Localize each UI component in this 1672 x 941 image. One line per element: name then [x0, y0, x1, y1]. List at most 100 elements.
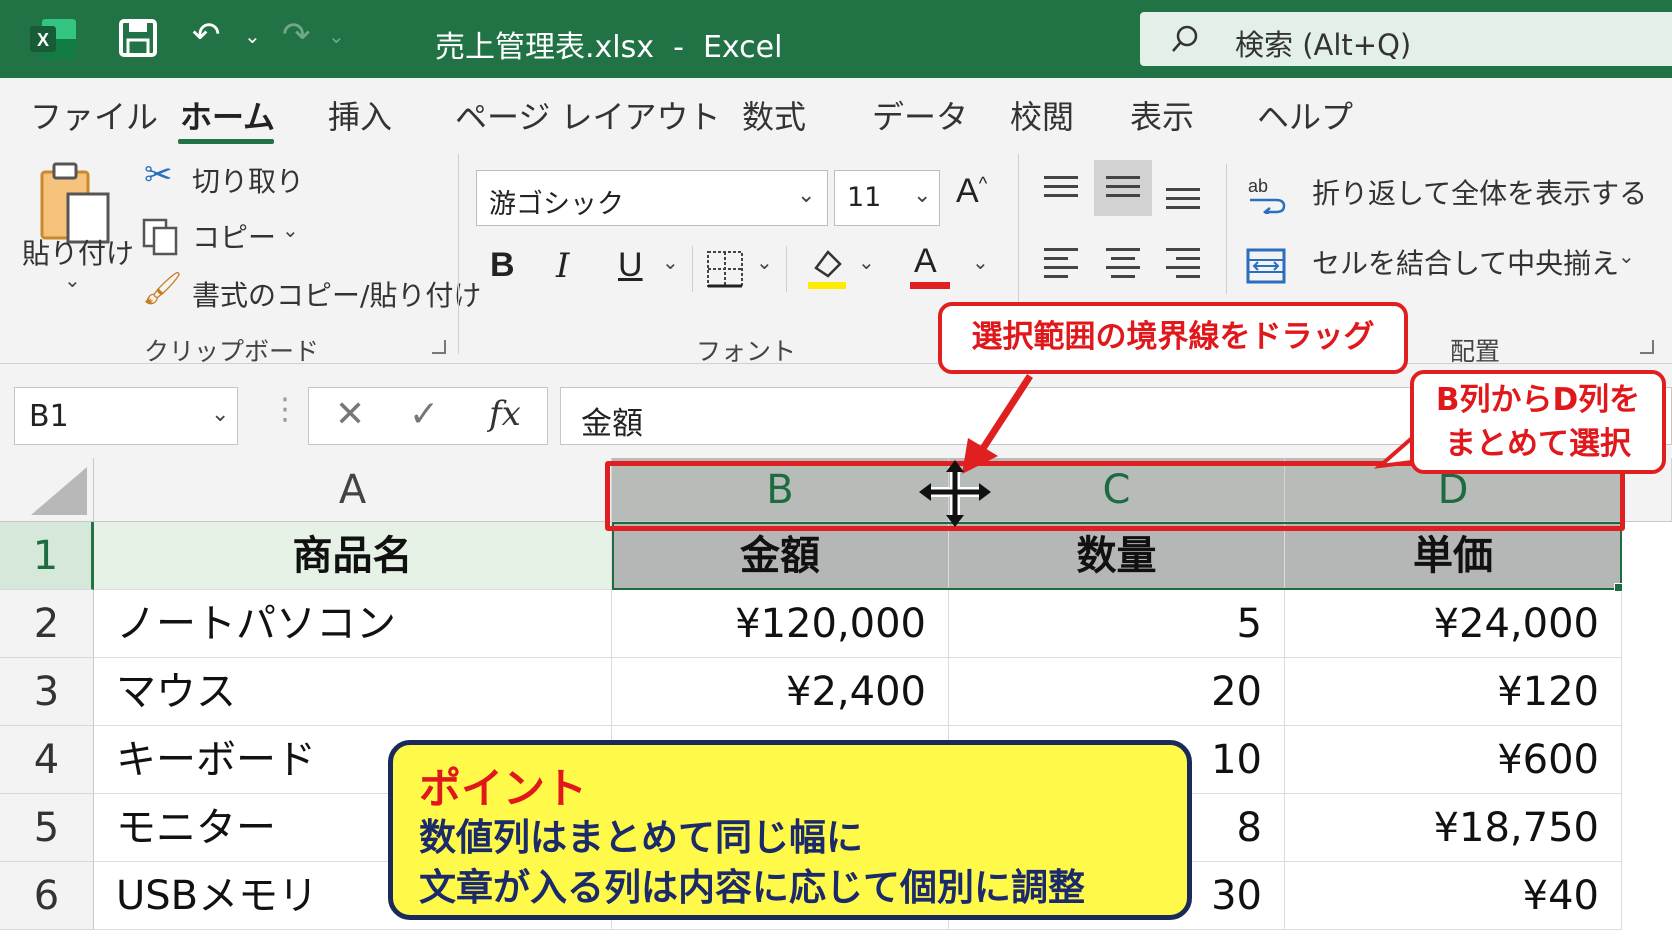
cell-d6[interactable]: ¥40	[1285, 862, 1622, 930]
tab-data[interactable]: データ	[872, 92, 968, 138]
row-header[interactable]: 4	[0, 726, 94, 794]
alignment-dialog-launcher-icon[interactable]	[1640, 340, 1654, 354]
increase-font-size-label: A	[956, 172, 979, 210]
name-box-value: B1	[29, 399, 69, 434]
cell-a3[interactable]: マウス	[94, 658, 612, 726]
paste-button[interactable]: 貼り付け	[22, 232, 134, 272]
chevron-down-icon: ⌄	[797, 183, 816, 208]
bold-button[interactable]: B	[490, 246, 515, 285]
document-title: 売上管理表.xlsx - Excel	[435, 30, 783, 65]
row-header[interactable]: 1	[0, 522, 94, 590]
tab-file[interactable]: ファイル	[30, 92, 158, 138]
tab-help[interactable]: ヘルプ	[1257, 92, 1353, 138]
save-icon[interactable]	[118, 18, 158, 58]
undo-icon[interactable]: ↶	[192, 18, 221, 52]
align-center-icon[interactable]	[1106, 248, 1140, 284]
fill-color-icon[interactable]	[806, 244, 848, 290]
italic-button[interactable]: I	[556, 246, 569, 286]
clipboard-dialog-launcher-icon[interactable]	[432, 340, 446, 354]
group-divider	[458, 154, 459, 354]
increase-font-size-button[interactable]: A^	[956, 172, 987, 211]
formula-buttons: ✕ ✓ fx	[308, 387, 548, 445]
format-painter-icon[interactable]: 🖌	[142, 272, 183, 304]
tab-home[interactable]: ホーム	[180, 92, 275, 138]
paste-dropdown-chevron-icon[interactable]: ⌄	[64, 268, 81, 292]
enter-check-icon[interactable]: ✓	[409, 394, 439, 435]
copy-dropdown-chevron-icon[interactable]: ⌄	[282, 218, 299, 242]
group-divider	[692, 246, 693, 292]
redo-dropdown-chevron-icon[interactable]: ⌄	[328, 26, 345, 46]
tab-review[interactable]: 校閲	[1010, 92, 1074, 138]
cut-button[interactable]: 切り取り	[192, 160, 304, 200]
align-top-icon[interactable]	[1044, 176, 1078, 203]
formula-bar-grip-icon[interactable]: ⋮	[270, 392, 300, 427]
cancel-icon[interactable]: ✕	[335, 394, 365, 435]
underline-dropdown-chevron-icon[interactable]: ⌄	[662, 250, 679, 274]
point-note: ポイント 数値列はまとめて同じ幅に 文章が入る列は内容に応じて個別に調整	[388, 740, 1192, 920]
align-middle-icon[interactable]	[1106, 176, 1140, 203]
copy-icon[interactable]	[142, 218, 180, 256]
insert-function-button[interactable]: fx	[489, 394, 521, 434]
merge-center-button[interactable]: セルを結合して中央揃え	[1312, 242, 1619, 282]
select-callout-line1: B列からD列を	[1435, 382, 1641, 418]
fill-handle[interactable]	[1614, 583, 1623, 592]
font-size-dropdown[interactable]: 11 ⌄	[834, 170, 940, 226]
wrap-text-button[interactable]: 折り返して全体を表示する	[1312, 172, 1647, 212]
formula-value: 金額	[581, 406, 643, 442]
fill-color-dropdown-chevron-icon[interactable]: ⌄	[858, 250, 875, 274]
borders-dropdown-chevron-icon[interactable]: ⌄	[756, 250, 773, 274]
font-color-button[interactable]: A	[914, 242, 937, 281]
merge-center-dropdown-chevron-icon[interactable]: ⌄	[1618, 244, 1635, 268]
active-tab-indicator	[178, 139, 274, 144]
search-icon	[1172, 25, 1198, 52]
alignment-group-label: 配置	[1450, 337, 1501, 366]
select-all-button[interactable]	[0, 458, 94, 522]
drag-callout: 選択範囲の境界線をドラッグ	[938, 302, 1408, 374]
row-header[interactable]: 5	[0, 794, 94, 862]
cell-a2[interactable]: ノートパソコン	[94, 590, 612, 658]
font-color-dropdown-chevron-icon[interactable]: ⌄	[972, 250, 989, 274]
merge-center-icon[interactable]	[1246, 246, 1286, 286]
cell-d2[interactable]: ¥24,000	[1285, 590, 1622, 658]
cell-d5[interactable]: ¥18,750	[1285, 794, 1622, 862]
cell-b2[interactable]: ¥120,000	[612, 590, 949, 658]
tab-page-layout[interactable]: ページ レイアウト	[455, 92, 721, 138]
tab-insert[interactable]: 挿入	[328, 92, 392, 138]
cell-c2[interactable]: 5	[949, 590, 1285, 658]
font-size-value: 11	[847, 182, 882, 213]
group-divider	[1226, 164, 1227, 294]
select-columns-callout: B列からD列を まとめて選択	[1410, 370, 1666, 474]
tab-formulas[interactable]: 数式	[742, 92, 806, 138]
excel-logo-icon: X	[30, 19, 76, 59]
svg-text:X: X	[37, 30, 49, 50]
cell-d4[interactable]: ¥600	[1285, 726, 1622, 794]
font-name-value: 游ゴシック	[489, 189, 624, 220]
cell-a1[interactable]: 商品名	[94, 522, 612, 590]
cell-d3[interactable]: ¥120	[1285, 658, 1622, 726]
row-header[interactable]: 3	[0, 658, 94, 726]
column-header-a[interactable]: A	[94, 458, 612, 522]
ribbon-tabs: ファイル ホーム 挿入 ページ レイアウト 数式 データ 校閲 表示 ヘルプ	[0, 78, 1672, 146]
row-header[interactable]: 6	[0, 862, 94, 930]
search-placeholder: 検索 (Alt+Q)	[1235, 28, 1412, 62]
align-left-icon[interactable]	[1044, 248, 1078, 284]
undo-dropdown-chevron-icon[interactable]: ⌄	[244, 26, 261, 46]
align-bottom-icon[interactable]	[1166, 188, 1200, 215]
cell-c3[interactable]: 20	[949, 658, 1285, 726]
align-right-icon[interactable]	[1166, 248, 1200, 284]
borders-icon[interactable]	[706, 250, 744, 288]
cell-b3[interactable]: ¥2,400	[612, 658, 949, 726]
row-header[interactable]: 2	[0, 590, 94, 658]
underline-button[interactable]: U	[618, 246, 643, 285]
format-painter-button[interactable]: 書式のコピー/貼り付け	[192, 274, 481, 314]
title-bar: X ↶ ⌄ ↷ ⌄ 売上管理表.xlsx - Excel 検索 (Alt+Q)	[0, 0, 1672, 78]
search-box[interactable]: 検索 (Alt+Q)	[1140, 12, 1672, 66]
tab-view[interactable]: 表示	[1130, 92, 1194, 138]
wrap-text-icon[interactable]: ab	[1246, 174, 1290, 214]
copy-button[interactable]: コピー	[192, 216, 276, 256]
font-group-label: フォント	[696, 337, 797, 366]
redo-icon[interactable]: ↷	[282, 18, 311, 52]
name-box[interactable]: B1 ⌄	[14, 387, 238, 445]
cut-icon[interactable]: ✂	[144, 158, 173, 192]
font-name-dropdown[interactable]: 游ゴシック ⌄	[476, 170, 828, 226]
